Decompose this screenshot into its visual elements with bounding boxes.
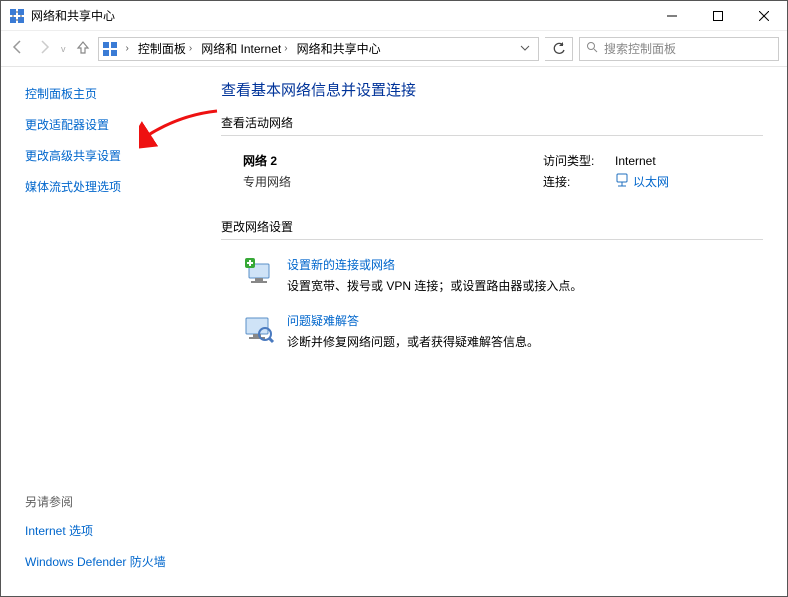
change-settings-list: 设置新的连接或网络 设置宽带、拨号或 VPN 连接；或设置路由器或接入点。 问题… bbox=[221, 250, 763, 350]
back-button[interactable] bbox=[9, 38, 27, 59]
body: 控制面板主页 更改适配器设置 更改高级共享设置 媒体流式处理选项 另请参阅 In… bbox=[1, 67, 787, 596]
new-connection-desc: 设置宽带、拨号或 VPN 连接；或设置路由器或接入点。 bbox=[287, 277, 582, 294]
search-icon bbox=[586, 41, 598, 56]
connection-link[interactable]: 以太网 bbox=[615, 173, 669, 190]
search-placeholder: 搜索控制面板 bbox=[604, 40, 676, 57]
ethernet-icon bbox=[615, 173, 629, 190]
sidebar-link-change-adapter-settings[interactable]: 更改适配器设置 bbox=[25, 116, 187, 133]
connection-label: 连接: bbox=[543, 173, 615, 190]
connection-value: 以太网 bbox=[633, 173, 669, 190]
breadcrumb-label: 网络和共享中心 bbox=[297, 40, 381, 57]
breadcrumb-bar[interactable]: › 控制面板› 网络和 Internet› 网络和共享中心 bbox=[98, 37, 540, 61]
breadcrumb-control-panel[interactable]: 控制面板› bbox=[136, 38, 197, 60]
nav-arrows: v bbox=[9, 38, 92, 59]
new-connection-title[interactable]: 设置新的连接或网络 bbox=[287, 256, 582, 273]
troubleshoot-title[interactable]: 问题疑难解答 bbox=[287, 312, 539, 329]
window-title: 网络和共享中心 bbox=[31, 7, 115, 24]
page-heading: 查看基本网络信息并设置连接 bbox=[221, 79, 763, 100]
network-type: 专用网络 bbox=[243, 173, 543, 190]
new-connection-icon bbox=[243, 256, 275, 288]
forward-button[interactable] bbox=[35, 38, 53, 59]
access-type-value: Internet bbox=[615, 154, 656, 168]
maximize-button[interactable] bbox=[695, 1, 741, 31]
change-settings-header: 更改网络设置 bbox=[221, 218, 763, 240]
troubleshoot-icon bbox=[243, 312, 275, 344]
recent-dropdown-icon[interactable]: v bbox=[61, 44, 66, 54]
search-box[interactable]: 搜索控制面板 bbox=[579, 37, 779, 61]
new-connection-item: 设置新的连接或网络 设置宽带、拨号或 VPN 连接；或设置路由器或接入点。 bbox=[243, 256, 763, 294]
titlebar: 网络和共享中心 bbox=[1, 1, 787, 31]
active-networks-header: 查看活动网络 bbox=[221, 114, 763, 136]
minimize-button[interactable] bbox=[649, 1, 695, 31]
location-icon bbox=[101, 40, 119, 58]
troubleshoot-item: 问题疑难解答 诊断并修复网络问题，或者获得疑难解答信息。 bbox=[243, 312, 763, 350]
sidebar-link-control-panel-home[interactable]: 控制面板主页 bbox=[25, 85, 187, 102]
close-button[interactable] bbox=[741, 1, 787, 31]
breadcrumb-label: 网络和 Internet bbox=[201, 40, 281, 57]
troubleshoot-desc: 诊断并修复网络问题，或者获得疑难解答信息。 bbox=[287, 333, 539, 350]
breadcrumb-network-internet[interactable]: 网络和 Internet› bbox=[199, 38, 292, 60]
refresh-button[interactable] bbox=[545, 37, 573, 61]
address-toolbar: v › 控制面板› 网络和 Internet› 网络和共享中心 bbox=[1, 31, 787, 67]
sidebar-link-change-advanced-sharing[interactable]: 更改高级共享设置 bbox=[25, 147, 187, 164]
breadcrumb-label: 控制面板 bbox=[138, 40, 186, 57]
sidebar-link-windows-defender-firewall[interactable]: Windows Defender 防火墙 bbox=[25, 553, 187, 570]
network-name: 网络 2 bbox=[243, 152, 543, 169]
address-dropdown-icon[interactable] bbox=[514, 42, 536, 56]
active-network: 网络 2 专用网络 访问类型: Internet 连接: bbox=[221, 146, 763, 212]
up-button[interactable] bbox=[74, 38, 92, 59]
app-icon bbox=[9, 8, 25, 24]
window-controls bbox=[649, 1, 787, 31]
breadcrumb-root-chevron[interactable]: › bbox=[121, 38, 134, 60]
content: 查看基本网络信息并设置连接 查看活动网络 网络 2 专用网络 访问类型: Int… bbox=[201, 67, 787, 596]
access-type-label: 访问类型: bbox=[543, 152, 615, 169]
sidebar-link-internet-options[interactable]: Internet 选项 bbox=[25, 522, 187, 539]
breadcrumb-network-sharing[interactable]: 网络和共享中心 bbox=[295, 38, 383, 60]
sidebar: 控制面板主页 更改适配器设置 更改高级共享设置 媒体流式处理选项 另请参阅 In… bbox=[1, 67, 201, 596]
see-also-header: 另请参阅 bbox=[25, 493, 187, 510]
sidebar-link-media-streaming[interactable]: 媒体流式处理选项 bbox=[25, 178, 187, 195]
